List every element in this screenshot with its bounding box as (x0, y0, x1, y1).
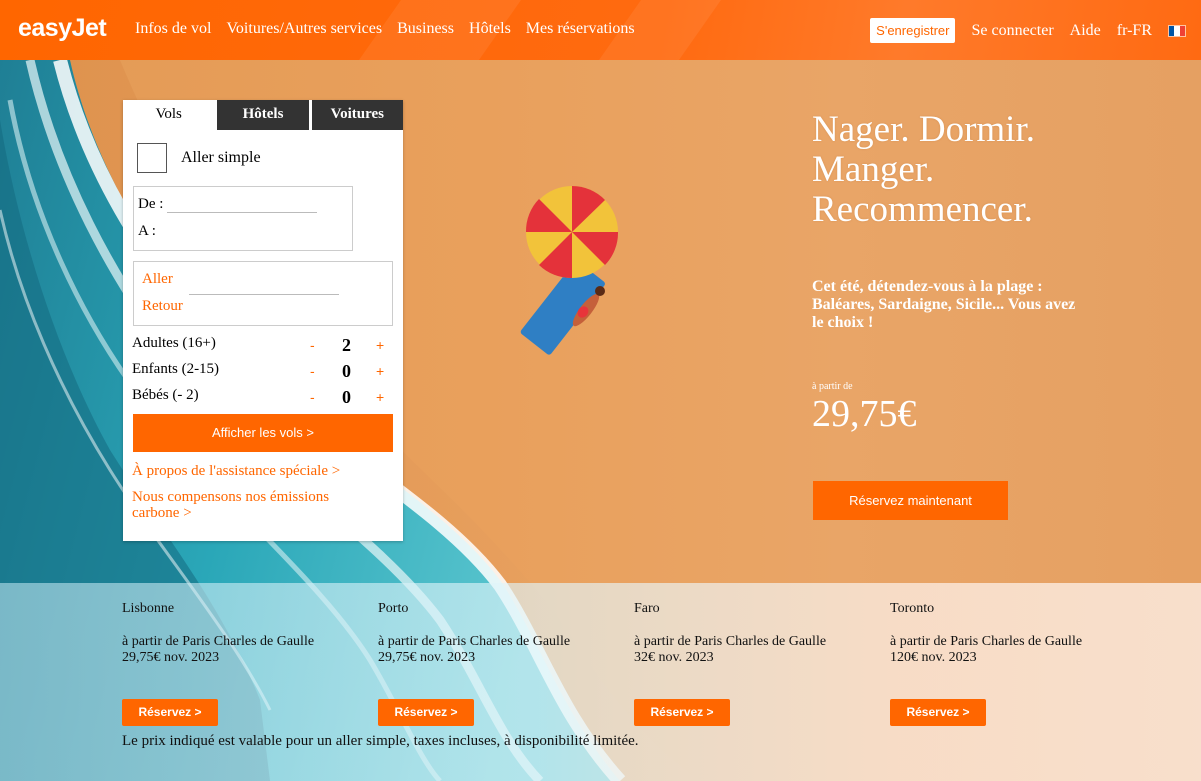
date-fields: Aller Retour (133, 261, 393, 326)
destination-card: Toronto à partir de Paris Charles de Gau… (890, 601, 1130, 726)
destinations-strip: Lisbonne à partir de Paris Charles de Ga… (0, 583, 1201, 781)
destination-origin: à partir de Paris Charles de Gaulle (378, 634, 571, 649)
tab-flights[interactable]: Vols (123, 100, 215, 130)
beach-umbrella-image (520, 186, 619, 355)
return-date-field[interactable]: Retour (142, 298, 183, 315)
destination-price: 120€ nov. 2023 (890, 650, 977, 665)
destination-price: 32€ nov. 2023 (634, 650, 714, 665)
carbon-link-line2: carbone > (132, 505, 192, 521)
destination-price: 29,75€ nov. 2023 (378, 650, 476, 665)
adults-count: 2 (342, 335, 351, 355)
tab-cars[interactable]: Voitures (311, 100, 403, 130)
nav-my-bookings[interactable]: Mes réservations (526, 20, 635, 38)
tab-hotels[interactable]: Hôtels (217, 100, 309, 130)
header-account: S'enregistrer Se connecter Aide fr-FR (870, 18, 1186, 43)
destination-origin: à partir de Paris Charles de Gaulle (634, 634, 827, 649)
hero-price: 29,75€ (812, 393, 917, 435)
children-stepper: Enfants (2-15) - 0 + (132, 361, 394, 381)
top-header: easyJet Infos de vol Voitures/Autres ser… (0, 0, 1201, 60)
from-label: De : (138, 196, 164, 212)
register-button[interactable]: S'enregistrer (870, 18, 956, 43)
adults-label: Adultes (16+) (132, 335, 216, 351)
to-row: A : (138, 223, 156, 240)
one-way-label: Aller simple (181, 149, 261, 166)
infants-minus-button[interactable]: - (310, 389, 315, 405)
book-porto-button[interactable]: Réservez > (378, 699, 474, 726)
book-faro-button[interactable]: Réservez > (634, 699, 730, 726)
adults-minus-button[interactable]: - (310, 337, 315, 353)
nav-cars-services[interactable]: Voitures/Autres services (226, 20, 382, 38)
destination-card: Lisbonne à partir de Paris Charles de Ga… (122, 601, 362, 726)
infants-plus-button[interactable]: + (376, 389, 384, 405)
search-tabs: Vols Hôtels Voitures (123, 100, 403, 130)
children-minus-button[interactable]: - (310, 363, 315, 379)
nav-hotels[interactable]: Hôtels (469, 20, 511, 38)
destination-price: 29,75€ nov. 2023 (122, 650, 220, 665)
destination-city: Toronto (890, 601, 935, 616)
main-nav: Infos de vol Voitures/Autres services Bu… (135, 20, 635, 38)
france-flag-icon[interactable] (1168, 24, 1186, 37)
destination-city: Faro (634, 601, 660, 616)
destination-city: Lisbonne (122, 601, 175, 616)
hero-headline: Nager. Dormir. Manger. Recommencer. (812, 110, 1035, 230)
infants-count: 0 (342, 387, 351, 407)
headline-line3: Recommencer. (812, 189, 1033, 230)
language-selector[interactable]: fr-FR (1117, 22, 1152, 40)
easyjet-logo[interactable]: easyJet (18, 14, 107, 43)
children-label: Enfants (2-15) (132, 361, 220, 377)
show-flights-button[interactable]: Afficher les vols > (133, 414, 393, 452)
infants-label: Bébés (- 2) (132, 387, 199, 403)
to-label: A : (138, 223, 156, 239)
headline-line1: Nager. Dormir. (812, 109, 1035, 150)
adults-plus-button[interactable]: + (376, 337, 384, 353)
one-way-option: Aller simple (137, 143, 261, 173)
carbon-offset-link[interactable]: Nous compensons nos émissions carbone > (132, 489, 329, 521)
children-count: 0 (342, 361, 351, 381)
hero-from-label: à partir de (812, 381, 853, 392)
destination-origin: à partir de Paris Charles de Gaulle (122, 634, 315, 649)
depart-date-input[interactable] (189, 294, 339, 295)
flight-search-widget: Vols Hôtels Voitures Aller simple De : A… (123, 100, 403, 541)
children-plus-button[interactable]: + (376, 363, 384, 379)
nav-business[interactable]: Business (397, 20, 454, 38)
adults-stepper: Adultes (16+) - 2 + (132, 335, 394, 355)
one-way-checkbox[interactable] (137, 143, 167, 173)
special-assistance-link[interactable]: À propos de l'assistance spéciale > (132, 463, 340, 479)
book-now-button[interactable]: Réservez maintenant (813, 481, 1008, 520)
book-lisbon-button[interactable]: Réservez > (122, 699, 218, 726)
nav-flight-info[interactable]: Infos de vol (135, 20, 211, 38)
destination-card: Faro à partir de Paris Charles de Gaulle… (634, 601, 874, 726)
login-link[interactable]: Se connecter (971, 22, 1053, 40)
from-row: De : (138, 195, 318, 213)
destination-card: Porto à partir de Paris Charles de Gaull… (378, 601, 618, 726)
help-link[interactable]: Aide (1070, 22, 1101, 40)
route-fields: De : A : (133, 186, 353, 251)
destination-origin: à partir de Paris Charles de Gaulle (890, 634, 1083, 649)
depart-date-field[interactable]: Aller (142, 271, 173, 288)
destination-city: Porto (378, 601, 409, 616)
hero-subtext: Cet été, détendez-vous à la plage : Balé… (812, 278, 1076, 331)
book-toronto-button[interactable]: Réservez > (890, 699, 986, 726)
infants-stepper: Bébés (- 2) - 0 + (132, 387, 394, 407)
headline-line2: Manger. (812, 149, 935, 190)
carbon-link-line1: Nous compensons nos émissions (132, 489, 330, 505)
price-disclaimer: Le prix indiqué est valable pour un alle… (122, 733, 639, 749)
from-input[interactable] (167, 195, 318, 213)
